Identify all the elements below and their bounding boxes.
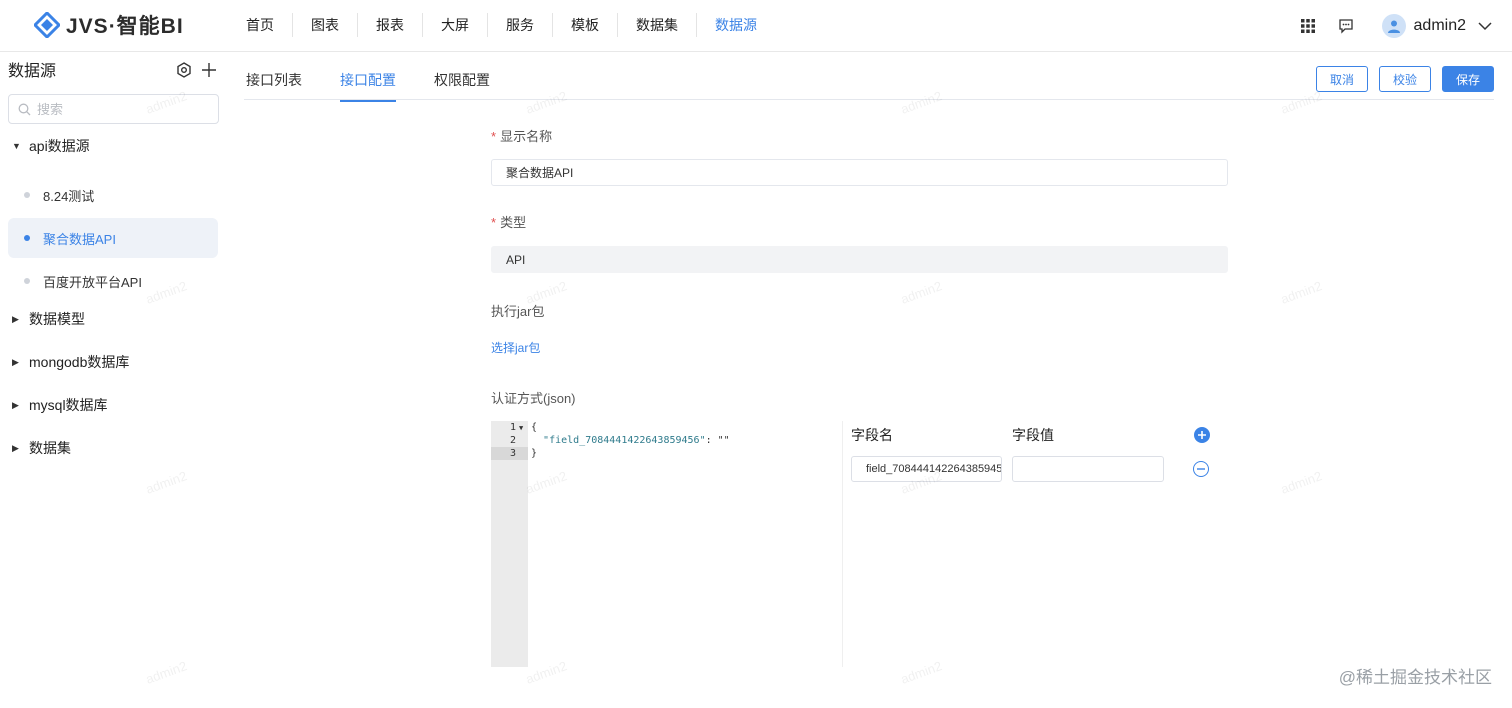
code-line: { <box>531 422 538 433</box>
nav-templates[interactable]: 模板 <box>553 13 618 37</box>
message-icon[interactable] <box>1336 16 1356 36</box>
main-nav: 首页 图表 报表 大屏 服务 模板 数据集 数据源 <box>228 13 775 37</box>
tabs-divider <box>244 99 1494 100</box>
form-actions: 取消 校验 保存 <box>1305 66 1494 92</box>
type-label: * 类型 <box>491 214 1229 232</box>
tab-interface-config[interactable]: 接口配置 <box>340 70 396 102</box>
line-number: 1 ▼ <box>510 422 524 433</box>
top-navbar: JVS·智能BI 首页 图表 报表 大屏 服务 模板 数据集 数据源 admin… <box>0 0 1512 52</box>
cancel-button[interactable]: 取消 <box>1315 66 1368 92</box>
nav-screens[interactable]: 大屏 <box>423 13 488 37</box>
top-right-tools: admin2 <box>1298 0 1512 52</box>
main-panel: 接口列表 接口配置 权限配置 取消 校验 保存 * 显示名称 聚合数据API * 类… <box>230 52 1512 708</box>
datasource-tree: ▼ api数据源 8.24测试 聚合数据API 百度开放平台API ▶ 数据模型… <box>0 132 228 477</box>
jar-label: 执行jar包 <box>491 304 545 319</box>
line-number: 2 <box>510 435 517 446</box>
tree-group-mysql[interactable]: ▶ mysql数据库 <box>0 391 228 419</box>
type-label-text: 类型 <box>500 215 527 230</box>
logo[interactable]: JVS·智能BI <box>34 10 184 40</box>
tree-group-mongodb[interactable]: ▶ mongodb数据库 <box>0 348 228 376</box>
tree-group-datasets[interactable]: ▶ 数据集 <box>0 434 228 462</box>
tree-leaf-baidu-api[interactable]: 百度开放平台API <box>8 261 218 301</box>
user-name[interactable]: admin2 <box>1414 17 1466 35</box>
nav-home[interactable]: 首页 <box>228 13 293 37</box>
type-input: API <box>491 246 1228 273</box>
jar-link-wrap: 选择jar包 <box>491 339 1229 356</box>
field-name-input[interactable]: field_7084441422643859456 <box>851 456 1002 482</box>
caret-down-icon: ▼ <box>12 141 21 151</box>
caret-right-icon: ▶ <box>12 313 19 324</box>
logo-text: JVS·智能BI <box>66 15 184 38</box>
config-tabs: 接口列表 接口配置 权限配置 <box>246 70 528 102</box>
sidebar-header: 数据源 <box>8 60 220 84</box>
dot-icon <box>24 278 30 284</box>
field-value-input[interactable] <box>1012 456 1164 482</box>
nav-reports[interactable]: 报表 <box>358 13 423 37</box>
add-row-icon[interactable] <box>1194 427 1210 443</box>
field-name-header: 字段名 <box>851 427 893 443</box>
field-value-header: 字段值 <box>1012 427 1054 443</box>
line-number: 3 <box>491 447 528 460</box>
code-line: } <box>531 448 538 459</box>
json-editor[interactable]: 1 ▼ 2 3 { "field_7084441422643859456": ""… <box>491 421 843 667</box>
fold-caret-icon[interactable]: ▼ <box>519 424 523 432</box>
nav-charts[interactable]: 图表 <box>293 13 358 37</box>
footer-watermark: @稀土掘金技术社区 <box>1338 668 1492 687</box>
code-line: "field_7084441422643859456": "" <box>543 435 730 446</box>
verify-button[interactable]: 校验 <box>1378 66 1431 92</box>
search-input[interactable] <box>37 101 207 117</box>
fields-table: 字段名 字段值 field_7084441422643859456 <box>842 421 1242 667</box>
editor-code[interactable]: { "field_7084441422643859456": "" } <box>531 421 730 460</box>
settings-icon[interactable] <box>176 62 192 78</box>
interface-form: * 显示名称 聚合数据API * 类型 API 执行jar包 选择jar包 认证方式… <box>491 128 1229 408</box>
search-icon <box>18 103 31 115</box>
remove-row-icon[interactable] <box>1193 461 1209 477</box>
display-name-input[interactable]: 聚合数据API <box>491 159 1228 186</box>
display-name-label: * 显示名称 <box>491 128 1229 146</box>
tree-group-api[interactable]: ▼ api数据源 <box>0 132 228 160</box>
tree-group-label: mongodb数据库 <box>29 354 130 370</box>
required-mark: * <box>491 129 497 144</box>
tree-group-label: 数据模型 <box>29 311 85 327</box>
nav-datasets[interactable]: 数据集 <box>618 13 697 37</box>
tree-group-label: mysql数据库 <box>29 397 108 413</box>
sidebar-actions <box>176 62 216 78</box>
tree-leaf-label: 聚合数据API <box>43 231 116 247</box>
caret-right-icon: ▶ <box>12 442 19 453</box>
caret-right-icon: ▶ <box>12 399 19 410</box>
select-jar-link[interactable]: 选择jar包 <box>491 341 540 355</box>
display-name-label-text: 显示名称 <box>500 129 553 144</box>
tab-permission-config[interactable]: 权限配置 <box>434 70 490 102</box>
dot-icon <box>24 192 30 198</box>
apps-grid-icon[interactable] <box>1298 16 1318 36</box>
avatar[interactable] <box>1381 14 1406 38</box>
sidebar: 数据源 ▼ api数据源 8.24测试 <box>0 52 228 708</box>
required-mark: * <box>491 215 497 230</box>
user-icon <box>1387 20 1400 33</box>
tree-leaf-8-24-test[interactable]: 8.24测试 <box>8 175 218 215</box>
tree-children-api: 8.24测试 聚合数据API 百度开放平台API <box>0 175 228 301</box>
nav-services[interactable]: 服务 <box>488 13 553 37</box>
tree-group-label: 数据集 <box>29 440 71 456</box>
tree-leaf-juhe-api[interactable]: 聚合数据API <box>8 218 218 258</box>
dot-icon <box>24 235 30 241</box>
logo-icon <box>34 12 60 38</box>
tree-group-label: api数据源 <box>29 138 90 154</box>
chevron-down-icon[interactable] <box>1478 18 1492 34</box>
tree-leaf-label: 8.24测试 <box>43 188 95 204</box>
save-button[interactable]: 保存 <box>1441 66 1494 92</box>
sidebar-search <box>8 94 219 124</box>
auth-label: 认证方式(json) <box>491 391 576 406</box>
nav-datasources[interactable]: 数据源 <box>697 13 775 37</box>
sidebar-title: 数据源 <box>8 63 57 80</box>
add-icon[interactable] <box>202 63 216 77</box>
caret-right-icon: ▶ <box>12 356 19 367</box>
tree-leaf-label: 百度开放平台API <box>43 274 142 290</box>
editor-gutter: 1 ▼ 2 3 <box>491 421 528 667</box>
tree-group-data-model[interactable]: ▶ 数据模型 <box>0 305 228 333</box>
tab-interface-list[interactable]: 接口列表 <box>246 70 302 102</box>
